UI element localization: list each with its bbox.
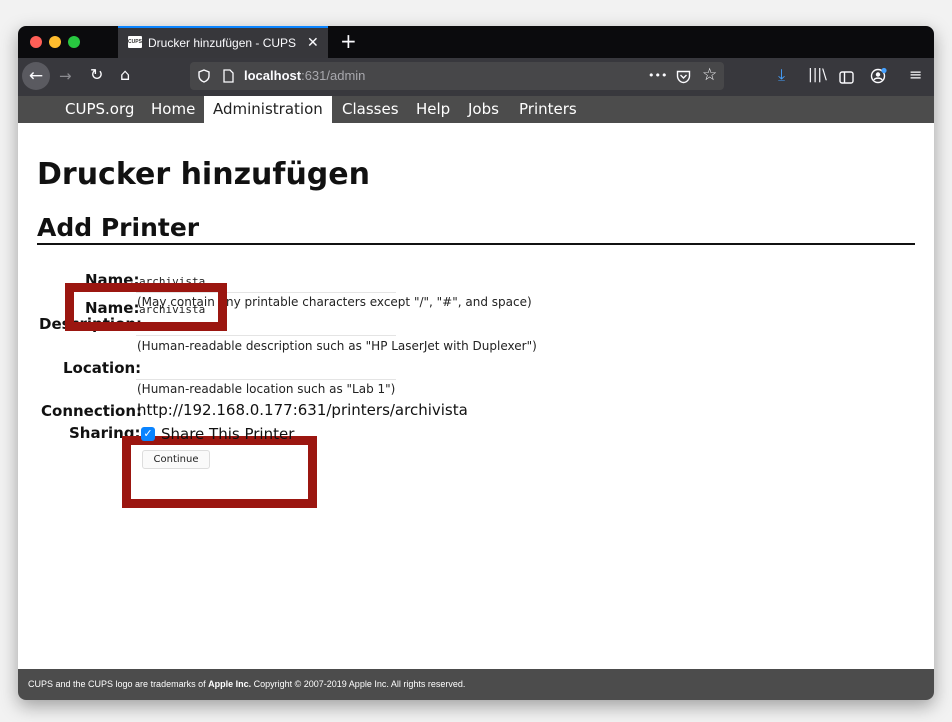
page-actions-icon[interactable]: ••• <box>648 67 667 85</box>
footer-text-pre: CUPS and the CUPS logo are trademarks of <box>28 679 209 689</box>
footer-apple-link[interactable]: Apple Inc. <box>208 679 251 689</box>
page-info-icon[interactable] <box>223 68 234 83</box>
sidebar-icon[interactable] <box>839 69 854 84</box>
continue-button[interactable]: Continue <box>142 450 210 469</box>
share-printer-checkbox[interactable]: ✓ <box>141 427 155 441</box>
browser-tab[interactable]: CUPS Drucker hinzufügen - CUPS 2.3 ✕ <box>118 26 328 58</box>
page-content: Drucker hinzufügen Add Printer Name: arc… <box>18 123 934 669</box>
tab-bar: CUPS Drucker hinzufügen - CUPS 2.3 ✕ + <box>18 26 934 58</box>
page-title: Drucker hinzufügen <box>37 157 370 192</box>
description-hint: (Human-readable description such as "HP … <box>137 339 537 353</box>
name-input-value[interactable]: archivista <box>136 299 219 321</box>
url-bar[interactable]: localhost:631/admin ••• ☆ <box>190 62 724 90</box>
nav-jobs[interactable]: Jobs <box>459 96 508 123</box>
zoom-window-button[interactable] <box>68 36 80 48</box>
page-footer: CUPS and the CUPS logo are trademarks of… <box>18 669 934 700</box>
cups-favicon-icon: CUPS <box>128 36 142 48</box>
cups-navbar: CUPS.org Home Administration Classes Hel… <box>18 96 934 123</box>
section-title: Add Printer <box>37 213 200 242</box>
bookmark-star-icon[interactable]: ☆ <box>702 66 717 84</box>
minimize-window-button[interactable] <box>49 36 61 48</box>
connection-label: Connection: <box>41 402 143 420</box>
url-text[interactable]: localhost:631/admin <box>244 68 365 83</box>
pocket-icon[interactable] <box>676 69 691 84</box>
nav-home[interactable]: Home <box>142 96 204 123</box>
close-window-button[interactable] <box>30 36 42 48</box>
reload-button[interactable]: ↻ <box>90 66 103 84</box>
footer-text-post: Copyright © 2007-2019 Apple Inc. All rig… <box>251 679 466 689</box>
menu-icon[interactable]: ≡ <box>909 66 922 84</box>
connection-value: http://192.168.0.177:631/printers/archiv… <box>137 401 468 419</box>
back-button[interactable]: ← <box>22 62 50 90</box>
download-icon[interactable]: ⤓ <box>778 66 785 84</box>
share-printer-label[interactable]: Share This Printer <box>161 425 294 443</box>
account-icon[interactable] <box>870 67 888 85</box>
name-label-highlighted: Name: <box>85 299 140 317</box>
new-tab-button[interactable]: + <box>340 29 357 53</box>
location-label: Location: <box>63 359 142 377</box>
nav-administration[interactable]: Administration <box>204 96 332 123</box>
forward-button[interactable]: → <box>59 67 72 85</box>
nav-printers[interactable]: Printers <box>510 96 586 123</box>
nav-classes[interactable]: Classes <box>333 96 408 123</box>
browser-toolbar: ← → ↻ ⌂ localhost:631/admin ••• ☆ ⤓ |||\… <box>18 58 934 96</box>
shield-icon[interactable] <box>198 68 210 83</box>
section-divider <box>37 243 915 245</box>
nav-help[interactable]: Help <box>407 96 459 123</box>
highlight-box-sharing <box>122 436 317 508</box>
location-input[interactable] <box>136 358 396 380</box>
tab-title: Drucker hinzufügen - CUPS 2.3 <box>148 36 298 50</box>
library-icon[interactable]: |||\ <box>808 66 827 84</box>
home-icon[interactable]: ⌂ <box>120 66 130 84</box>
location-hint: (Human-readable location such as "Lab 1"… <box>137 382 396 396</box>
close-tab-icon[interactable]: ✕ <box>307 34 319 50</box>
browser-window: CUPS Drucker hinzufügen - CUPS 2.3 ✕ + ←… <box>18 26 934 700</box>
nav-cups-org[interactable]: CUPS.org <box>56 96 143 123</box>
